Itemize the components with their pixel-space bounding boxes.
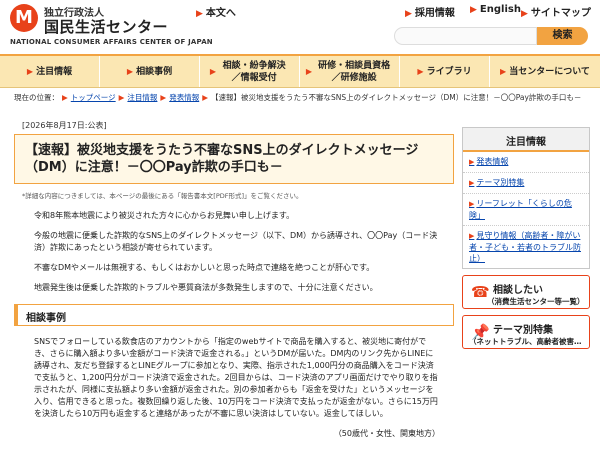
arrow-right-icon: ▶ [469, 232, 475, 240]
breadcrumb: 現在の位置： ▶ トップページ ▶ 注目情報 ▶ 発表情報 ▶ 【速報】被災地支援をうたう不審な… [14, 93, 582, 102]
intro-paragraph-3: 不審なDMやメールは無視する、もしくはおかしいと思った時点で連絡を絶つことが肝心… [34, 263, 375, 272]
link-english[interactable]: ▶ English [470, 4, 521, 15]
themes-button[interactable]: 📌 テーマ別特集 （ネットトラブル、高齢者被害… [462, 315, 590, 349]
nav-item-featured[interactable]: ▶ 注目情報 [0, 56, 100, 87]
search-button[interactable]: 検索 [537, 27, 588, 45]
case-text: SNSでフォローしている飲食店のアカウントから「指定のwebサイトで商品を購入す… [34, 337, 438, 418]
sidebar-item-themes[interactable]: ▶ テーマ別特集 [463, 173, 589, 194]
search-input[interactable] [394, 27, 537, 45]
arrow-right-icon: ▶ [469, 200, 475, 208]
main-nav: ▶ 注目情報 ▶ 相談事例 ▶ 相談・紛争解決／情報受付 ▶ 研修・相談員資格／研修施設… [0, 54, 600, 88]
intro-paragraph-2: 今般の地震に便乗した詐欺的なSNS上のダイレクトメッセージ（以下、DM）から誘導… [34, 231, 438, 252]
consult-button[interactable]: ☎ 相談したい （消費生活センター等一覧） [462, 275, 590, 309]
arrow-right-icon: ▶ [202, 93, 208, 102]
link-skip-to-content[interactable]: ▶ 本文へ [196, 4, 236, 19]
sidebar: 注目情報 ▶ 発表情報 ▶ テーマ別特集 ▶ リーフレット「くらしの危険」 ▶ 見守り情… [462, 127, 590, 349]
arrow-right-icon: ▶ [470, 5, 477, 15]
breadcrumb-link-featured[interactable]: 注目情報 [127, 93, 157, 102]
arrow-right-icon: ▶ [26, 66, 34, 76]
arrow-right-icon: ▶ [521, 9, 528, 19]
nav-item-training[interactable]: ▶ 研修・相談員資格／研修施設 [300, 56, 400, 87]
main-content: [2026年8月17日:公表] 【速報】被災地支援をうたう不審なSNS上のダイレ… [14, 120, 454, 439]
sidebar-item-leaflet[interactable]: ▶ リーフレット「くらしの危険」 [463, 194, 589, 226]
case-signature: （50歳代・女性、関東地方） [333, 429, 440, 438]
logo-title[interactable]: 国民生活センター [44, 16, 168, 37]
link-sitemap[interactable]: ▶ サイトマップ [521, 4, 591, 19]
arrow-right-icon: ▶ [118, 93, 125, 102]
breadcrumb-link-press[interactable]: 発表情報 [169, 93, 199, 102]
arrow-right-icon: ▶ [209, 66, 217, 76]
page-title: 【速報】被災地支援をうたう不審なSNS上のダイレクトメッセージ（DM）に注意！－… [14, 134, 454, 184]
search-bar: 検索 [394, 27, 588, 45]
section-title-cases: 相談事例 [14, 304, 454, 326]
arrow-right-icon: ▶ [126, 66, 134, 76]
sidebar-heading: 注目情報 [463, 128, 589, 152]
arrow-right-icon: ▶ [160, 93, 167, 102]
arrow-right-icon: ▶ [417, 66, 424, 76]
breadcrumb-link-top[interactable]: トップページ [71, 93, 116, 102]
arrow-right-icon: ▶ [469, 158, 475, 166]
link-recruit[interactable]: ▶ 採用情報 [405, 4, 455, 19]
intro-paragraph-1: 令和8年熊本地震により被災された方々に心からお見舞い申し上げます。 [34, 211, 295, 220]
nav-item-library[interactable]: ▶ ライブラリ [400, 56, 490, 87]
arrow-right-icon: ▶ [405, 9, 412, 19]
logo-icon[interactable]: M [10, 4, 38, 32]
phone-icon: ☎ [471, 283, 490, 301]
breadcrumb-current: 【速報】被災地支援をうたう不審なSNS上のダイレクトメッセージ（DM）に注意！－… [210, 93, 582, 102]
arrow-right-icon: ▶ [196, 9, 203, 19]
arrow-right-icon: ▶ [469, 179, 475, 187]
site-header: M 独立行政法人 国民生活センター NATIONAL CONSUMER AFFA… [0, 0, 600, 52]
pdf-note: *詳細な内容につきましては、本ページの最後にある「報告書本文[PDF形式]」をご… [22, 192, 303, 200]
arrow-right-icon: ▶ [62, 93, 68, 102]
sidebar-featured-box: 注目情報 ▶ 発表情報 ▶ テーマ別特集 ▶ リーフレット「くらしの危険」 ▶ 見守り情… [462, 127, 590, 269]
logo-english: NATIONAL CONSUMER AFFAIRS CENTER OF JAPA… [10, 38, 213, 46]
nav-item-cases[interactable]: ▶ 相談事例 [100, 56, 200, 87]
sidebar-item-watch[interactable]: ▶ 見守り情報（高齢者・障がい者・子ども・若者のトラブル防止） [463, 226, 589, 268]
nav-item-about[interactable]: ▶ 当センターについて [490, 56, 600, 87]
publish-date: [2026年8月17日:公表] [22, 121, 107, 130]
arrow-right-icon: ▶ [305, 66, 313, 76]
arrow-right-icon: ▶ [500, 66, 507, 76]
nav-item-consultation[interactable]: ▶ 相談・紛争解決／情報受付 [200, 56, 300, 87]
intro-paragraph-4: 地震発生後は便乗した詐欺的トラブルや悪質商法が多数発生しますので、十分に注意くだ… [34, 283, 378, 292]
sidebar-item-press[interactable]: ▶ 発表情報 [463, 152, 589, 173]
